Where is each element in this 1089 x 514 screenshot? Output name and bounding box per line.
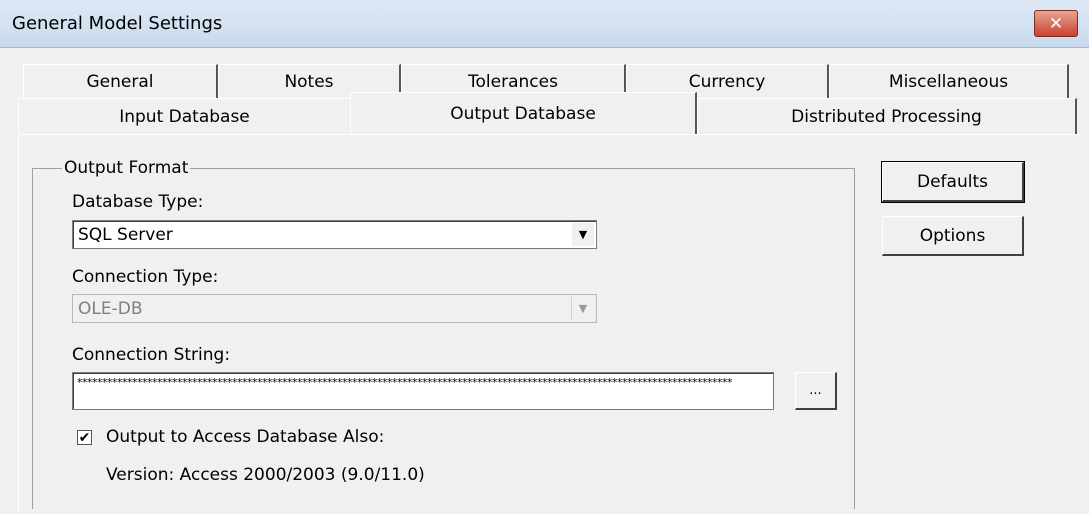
tab-label: Notes — [284, 71, 334, 92]
database-type-label: Database Type: — [72, 192, 204, 212]
database-type-select[interactable]: SQL Server ▼ — [72, 220, 597, 249]
defaults-button[interactable]: Defaults — [881, 161, 1025, 203]
tab-output-database[interactable]: Output Database — [350, 92, 697, 134]
connection-string-label: Connection String: — [72, 345, 231, 365]
defaults-label: Defaults — [917, 171, 988, 192]
version-text: Version: Access 2000/2003 (9.0/11.0) — [106, 465, 425, 485]
chevron-down-icon: ▼ — [571, 297, 594, 320]
tab-label: Tolerances — [468, 71, 558, 92]
tab-miscellaneous[interactable]: Miscellaneous — [829, 64, 1069, 98]
checkmark-icon: ✔ — [78, 429, 91, 446]
access-output-checkbox[interactable]: ✔ — [77, 430, 92, 445]
chevron-down-icon[interactable]: ▼ — [572, 223, 594, 246]
options-label: Options — [919, 225, 986, 246]
access-output-label: Output to Access Database Also: — [106, 427, 385, 447]
browse-label: ... — [809, 383, 822, 398]
tab-label: Output Database — [450, 103, 596, 124]
output-format-legend: Output Format — [62, 158, 191, 178]
connection-string-value: ****************************************… — [77, 376, 733, 389]
close-button[interactable]: ✕ — [1034, 10, 1078, 37]
connection-type-value: OLE-DB — [78, 299, 143, 319]
tab-label: Input Database — [119, 106, 250, 127]
tab-label: Currency — [688, 71, 766, 92]
close-icon: ✕ — [1048, 13, 1064, 34]
connection-type-label: Connection Type: — [72, 267, 219, 287]
browse-connection-button[interactable]: ... — [795, 372, 837, 410]
database-type-value: SQL Server — [78, 225, 173, 245]
tab-label: General — [86, 71, 154, 92]
tab-general[interactable]: General — [23, 64, 218, 98]
tab-distributed-processing[interactable]: Distributed Processing — [697, 98, 1077, 134]
window-title: General Model Settings — [12, 13, 223, 34]
title-bar: General Model Settings ✕ — [0, 0, 1089, 48]
tab-input-database[interactable]: Input Database — [18, 98, 352, 134]
tab-label: Distributed Processing — [791, 106, 982, 127]
options-button[interactable]: Options — [882, 216, 1024, 256]
connection-string-field[interactable]: ****************************************… — [72, 372, 774, 410]
connection-type-select[interactable]: OLE-DB ▼ — [72, 294, 597, 323]
tab-label: Miscellaneous — [888, 71, 1009, 92]
